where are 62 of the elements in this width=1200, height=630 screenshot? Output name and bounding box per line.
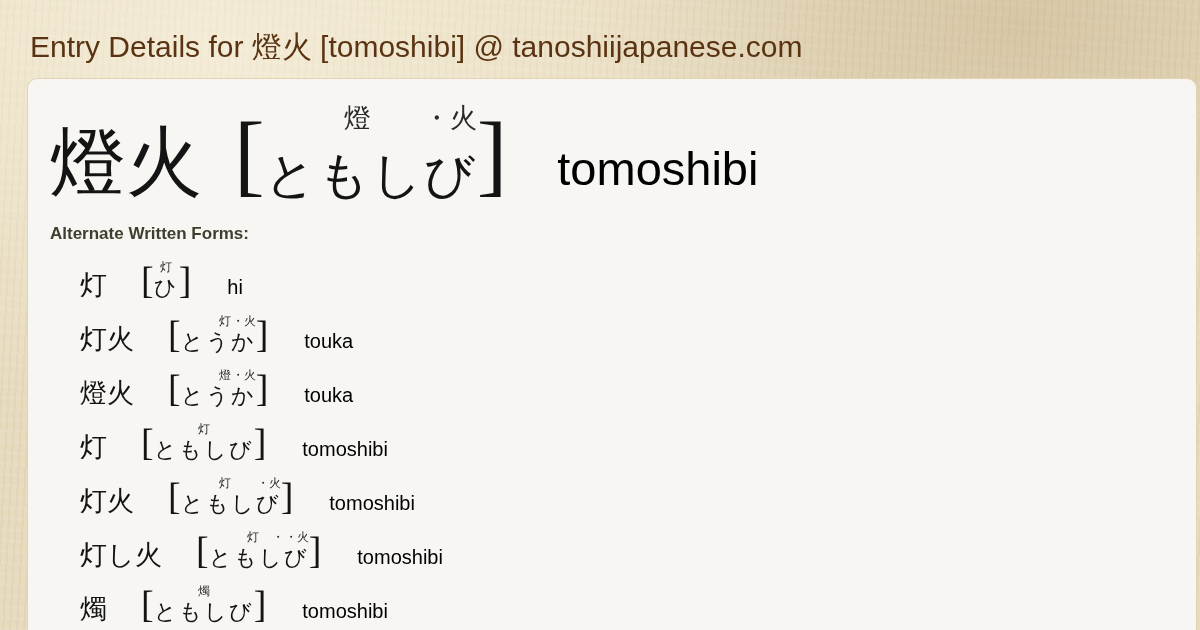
alternate-word: 灯 (80, 434, 107, 461)
kana-reading: ひ (153, 277, 179, 299)
kanji-annotation: ・火 (231, 315, 256, 327)
kanji-annotation: ・ (271, 531, 284, 543)
reading-bracket: [ (168, 315, 181, 353)
reading-bracket: ] (253, 585, 267, 623)
reading-bracket: ] (280, 477, 294, 515)
alternate-word: 燈火 (80, 380, 134, 407)
kanji-annotation: 灯 (246, 531, 259, 543)
kanji-annotation: 燈 (343, 105, 371, 132)
alternate-word: 灯火 (80, 326, 134, 353)
reading-bracket: ] (255, 369, 269, 407)
section-heading: Alternate Written Forms: (50, 225, 249, 242)
reading-bracket: ] (476, 108, 508, 200)
reading-bracket: ] (255, 315, 269, 353)
reading-bracket: [ (168, 477, 181, 515)
kanji-annotation: 燈 (218, 369, 231, 381)
kanji-annotation: ・火 (284, 531, 309, 543)
kana-reading: とう (180, 331, 231, 353)
romaji-reading: tomoshibi (329, 493, 415, 513)
romaji-reading: tomoshibi (302, 601, 388, 621)
reading-bracket: ] (308, 531, 322, 569)
kana-reading: ともしび (153, 439, 254, 461)
kana-reading: か (230, 385, 256, 407)
reading-bracket: [ (141, 261, 154, 299)
kanji-annotation: 灯 (197, 423, 210, 435)
reading-bracket: ] (178, 261, 192, 299)
reading-bracket: [ (141, 423, 154, 461)
kana-reading: び (283, 547, 309, 569)
alternate-word: 燭 (80, 596, 107, 623)
romaji-reading: touka (304, 385, 354, 405)
kanji-annotation: ・火 (231, 369, 256, 381)
reading-bracket: [ (141, 585, 154, 623)
kana-reading: とも (208, 547, 259, 569)
kanji-annotation: 灯 (160, 261, 173, 273)
reading-bracket: [ (196, 531, 209, 569)
kana-reading: ともしび (153, 601, 254, 623)
alternate-word: 灯 (80, 272, 107, 299)
entry-word: 燈火 (50, 124, 202, 200)
reading-bracket: ] (253, 423, 267, 461)
kanji-annotation: 灯 (218, 315, 231, 327)
kana-reading: し (258, 547, 284, 569)
kanji-annotation: 燭 (197, 585, 210, 597)
kana-reading: か (230, 331, 256, 353)
romaji-reading: tomoshibi (357, 547, 443, 567)
romaji-reading: tomoshibi (557, 145, 759, 192)
romaji-reading: hi (227, 277, 243, 297)
kana-reading: しび (230, 493, 281, 515)
kanji-annotation: ・火 (256, 477, 281, 489)
romaji-reading: tomoshibi (302, 439, 388, 459)
kana-reading: とも (180, 493, 231, 515)
alternate-word: 灯火 (80, 488, 134, 515)
page-title: Entry Details for 燈火 [tomoshibi] @ tanoshiijapanese.com (30, 32, 803, 62)
reading-bracket: [ (168, 369, 181, 407)
kana-reading: しび (370, 150, 477, 200)
kanji-annotation: 灯 (218, 477, 231, 489)
alternate-word: 灯し火 (80, 542, 162, 569)
kana-reading: とも (264, 150, 371, 200)
romaji-reading: touka (304, 331, 354, 351)
kanji-annotation: ・火 (422, 105, 477, 132)
reading-bracket: [ (234, 108, 265, 200)
kana-reading: とう (180, 385, 231, 407)
